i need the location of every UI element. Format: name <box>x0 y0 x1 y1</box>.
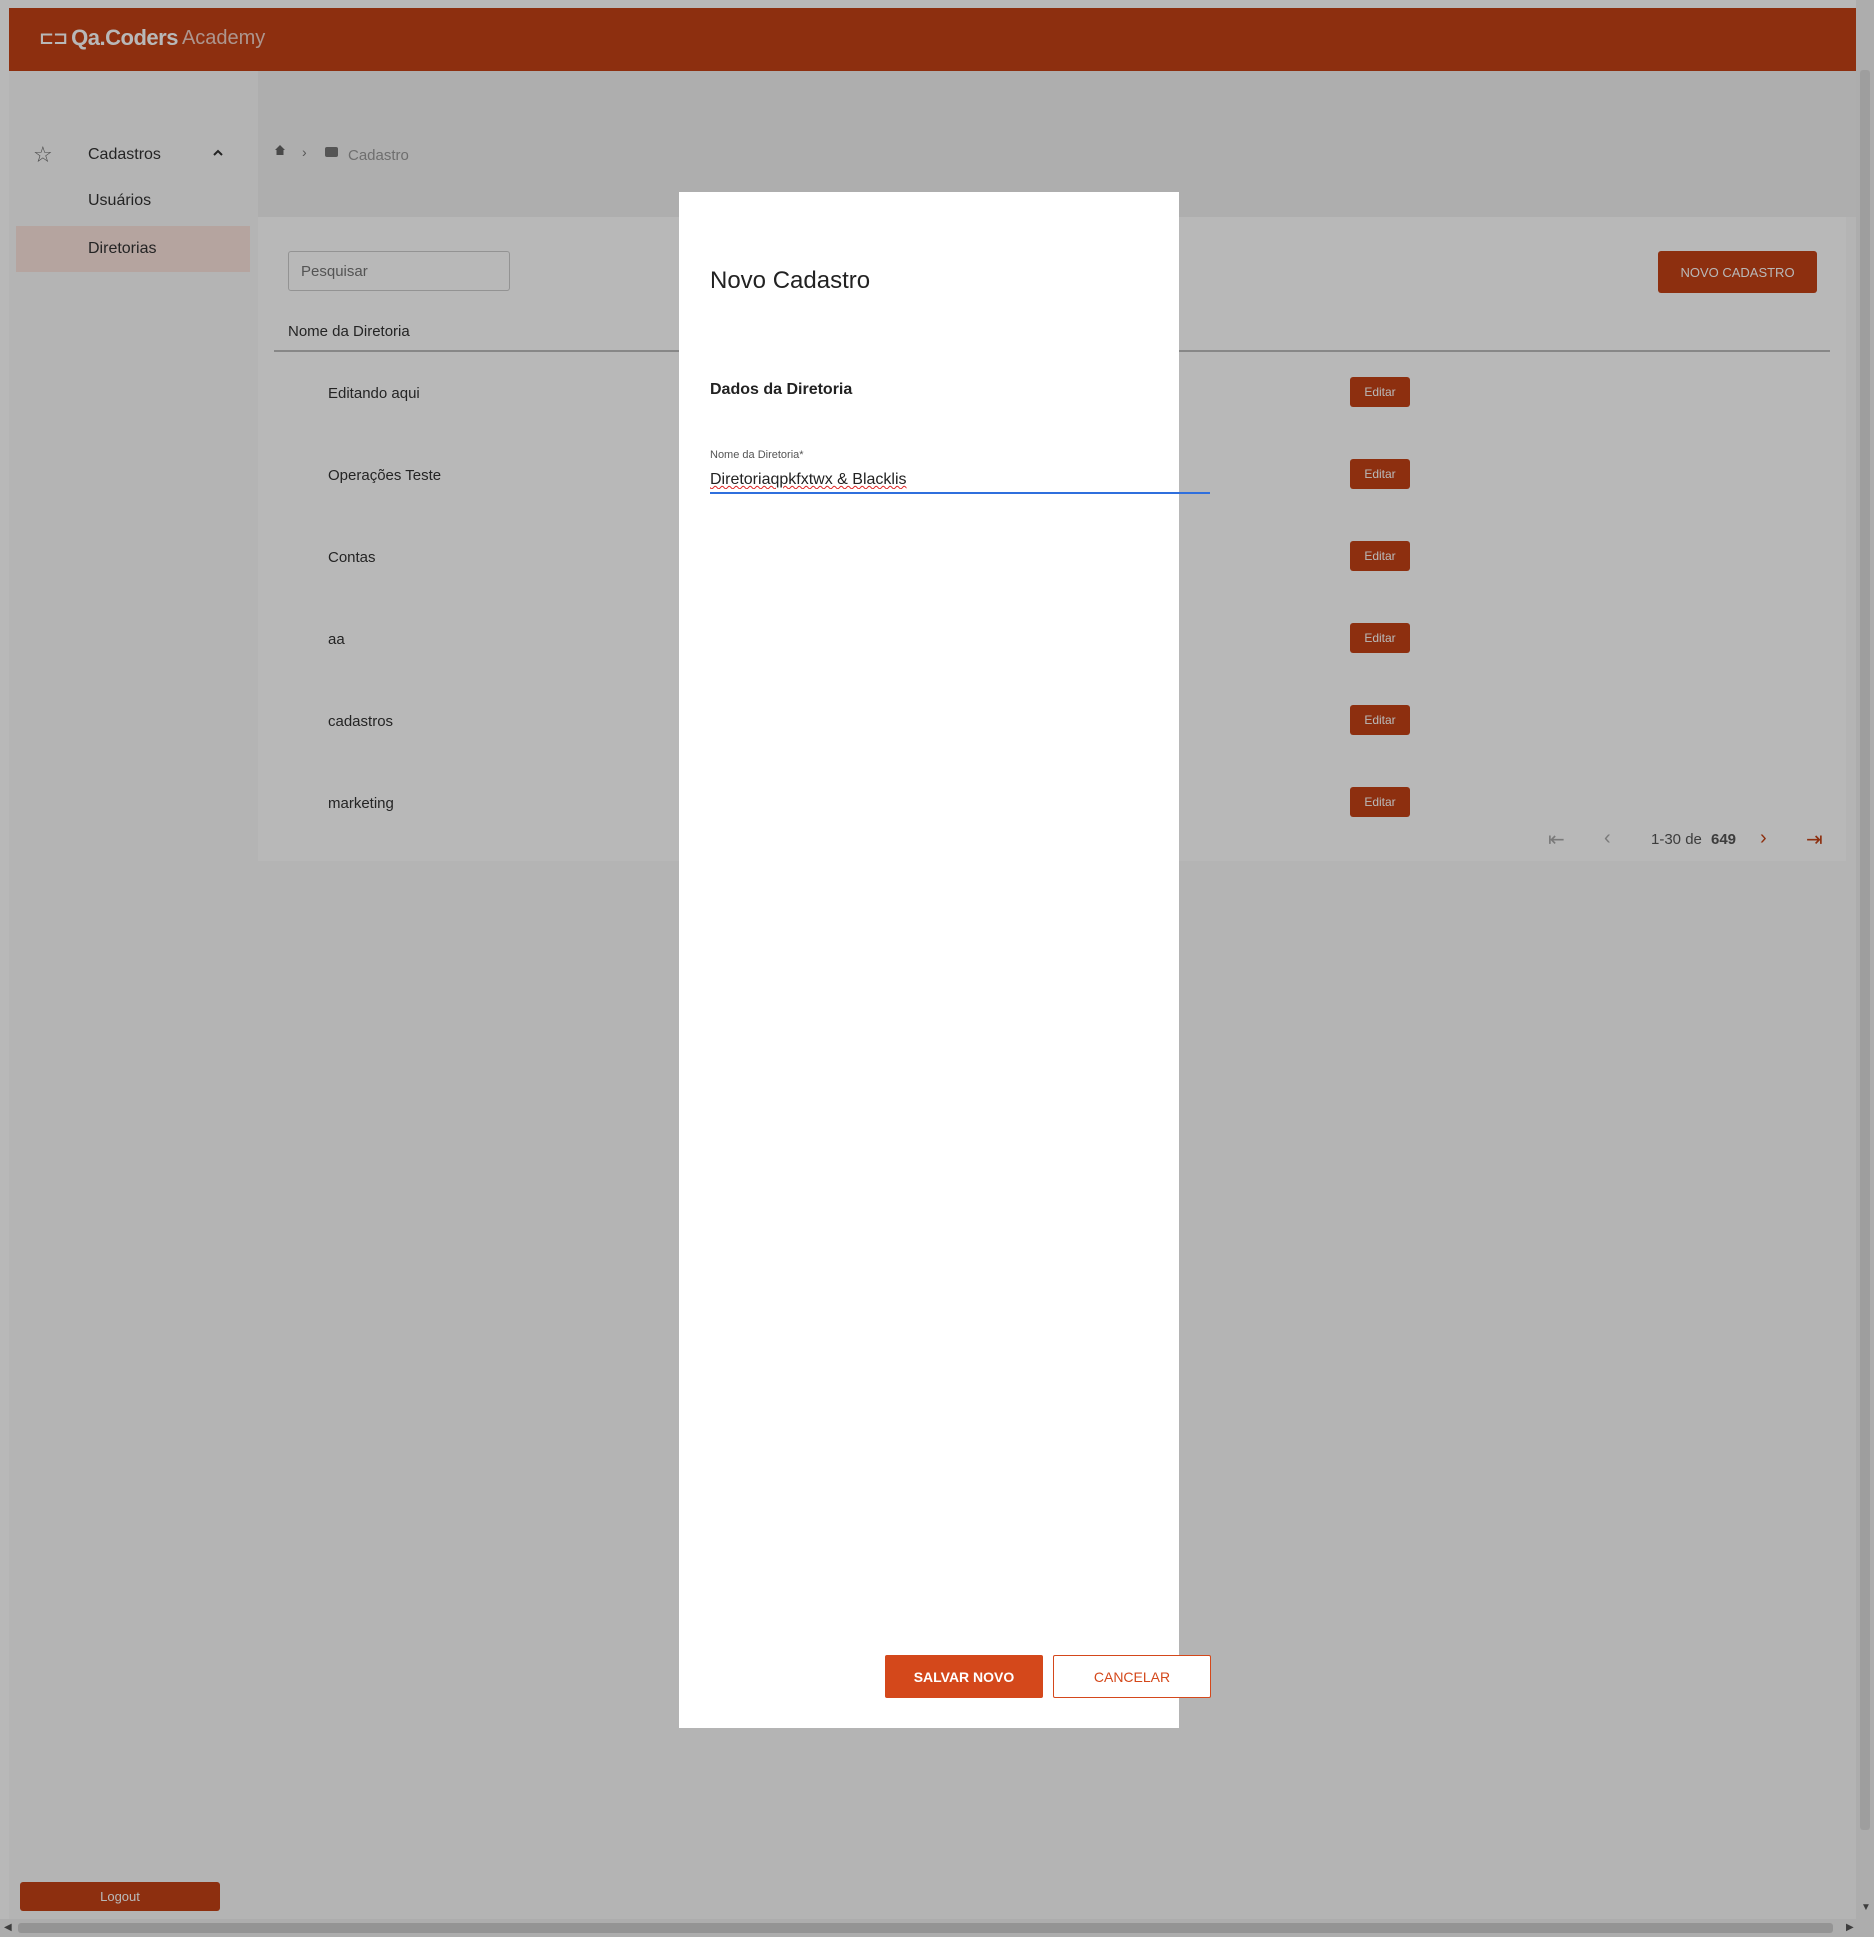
directory-name-field[interactable] <box>710 468 1210 494</box>
dialog-title: Novo Cadastro <box>710 267 871 294</box>
new-record-dialog: Novo Cadastro Dados da Diretoria Nome da… <box>679 192 1211 1728</box>
cancel-button[interactable]: CANCELAR <box>1053 1655 1211 1698</box>
save-button[interactable]: SALVAR NOVO <box>885 1655 1043 1698</box>
section-title: Dados da Diretoria <box>710 381 853 398</box>
directory-name-label: Nome da Diretoria* <box>710 449 804 461</box>
